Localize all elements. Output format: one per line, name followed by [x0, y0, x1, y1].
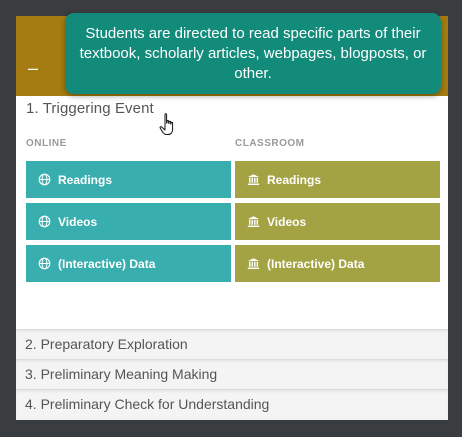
online-readings-button[interactable]: Readings — [26, 161, 231, 198]
globe-icon — [38, 257, 51, 270]
building-icon — [247, 173, 260, 186]
classroom-interactive-data-button[interactable]: (Interactive) Data — [235, 245, 440, 282]
globe-icon — [38, 215, 51, 228]
hand-cursor-icon — [159, 113, 174, 135]
accordion-item-preparatory-exploration[interactable]: 2. Preparatory Exploration — [16, 329, 448, 357]
tile-label: Readings — [267, 172, 322, 187]
online-videos-button[interactable]: Videos — [26, 203, 231, 240]
classroom-videos-button[interactable]: Videos — [235, 203, 440, 240]
classroom-column-label: CLASSROOM — [235, 138, 305, 149]
tile-label: Readings — [58, 172, 113, 187]
tile-label: (Interactive) Data — [58, 256, 156, 271]
globe-icon — [38, 173, 51, 186]
tile-label: Videos — [58, 214, 98, 229]
online-column-label: ONLINE — [26, 138, 67, 149]
tile-label: Videos — [267, 214, 307, 229]
classroom-readings-button[interactable]: Readings — [235, 161, 440, 198]
accordion-item-preliminary-check[interactable]: 4. Preliminary Check for Understanding — [16, 389, 448, 417]
collapse-button[interactable]: – — [28, 59, 44, 77]
online-interactive-data-button[interactable]: (Interactive) Data — [26, 245, 231, 282]
building-icon — [247, 215, 260, 228]
section-1-body: 1. Triggering Event ONLINE CLASSROOM Rea… — [16, 96, 448, 329]
building-icon — [247, 257, 260, 270]
tooltip: Students are directed to read specific p… — [65, 13, 441, 94]
tile-label: (Interactive) Data — [267, 256, 365, 271]
accordion-item-preliminary-meaning-making[interactable]: 3. Preliminary Meaning Making — [16, 359, 448, 387]
section-1-title[interactable]: 1. Triggering Event — [26, 100, 154, 117]
